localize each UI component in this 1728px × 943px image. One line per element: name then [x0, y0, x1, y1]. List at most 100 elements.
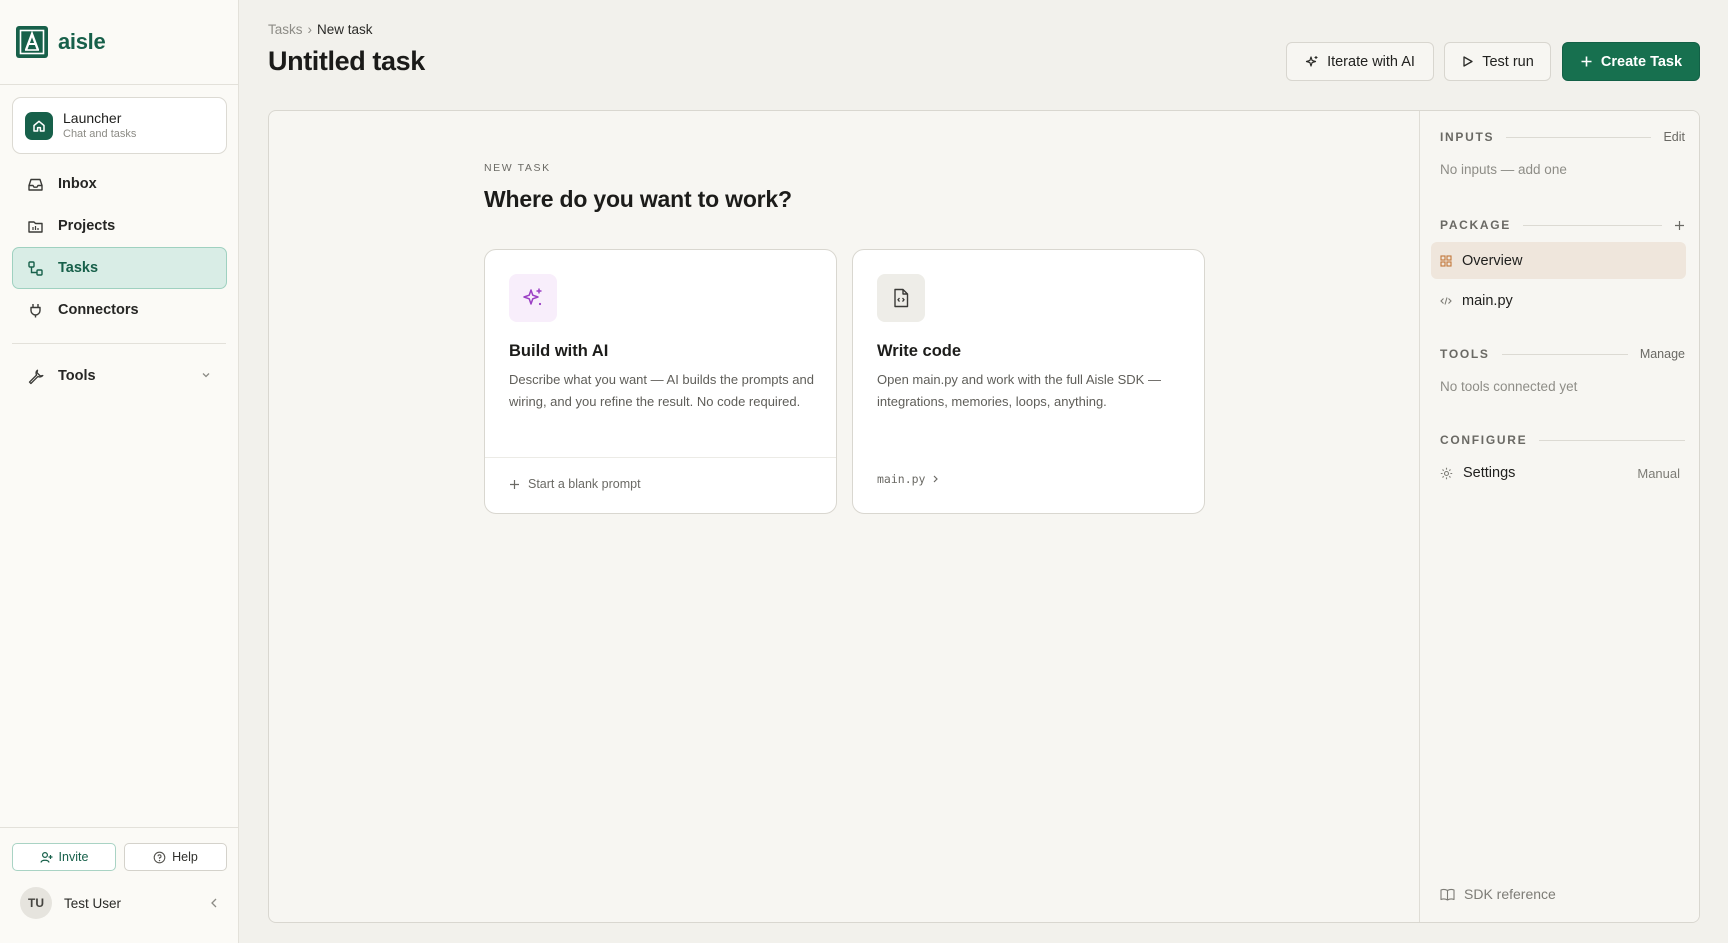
task-editor-panel: NEW TASK Where do you want to work? Buil… [268, 110, 1700, 923]
settings-row[interactable]: Settings Manual [1440, 461, 1680, 485]
user-menu[interactable]: TU Test User [20, 887, 220, 919]
section-label: INPUTS [1440, 130, 1495, 144]
section-label: PACKAGE [1440, 218, 1512, 232]
add-user-icon [39, 851, 53, 864]
right-rail: INPUTS Edit No inputs — add one PACKAGE … [1419, 111, 1699, 922]
sidebar-item-label: Inbox [58, 176, 97, 192]
settings-value: Manual [1637, 465, 1680, 481]
plus-icon [1675, 220, 1684, 230]
main-py-label: main.py [877, 472, 926, 486]
book-icon [1440, 888, 1455, 901]
collapse-sidebar-icon[interactable] [208, 896, 220, 910]
tools-section-header: TOOLS Manage [1440, 346, 1685, 362]
play-icon [1461, 55, 1474, 68]
sidebar-item-label: Tools [58, 368, 96, 384]
workspace-question: Where do you want to work? [484, 186, 792, 212]
package-section-header: PACKAGE [1440, 217, 1685, 233]
write-code-card[interactable]: Write code Open main.py and work with th… [852, 249, 1205, 514]
invite-label: Invite [58, 850, 89, 864]
package-item-overview[interactable]: Overview [1431, 242, 1686, 279]
sidebar-item-label: Tasks [58, 260, 99, 276]
launcher-subtitle: Chat and tasks [63, 128, 137, 140]
sidebar-divider [0, 84, 238, 85]
card-description: Open main.py and work with the full Aisl… [877, 372, 1161, 409]
card-title: Write code [877, 342, 962, 360]
no-inputs-text[interactable]: No inputs — add one [1440, 162, 1567, 177]
card-divider [485, 457, 836, 458]
build-with-ai-card[interactable]: Build with AI Describe what you want — A… [484, 249, 837, 514]
manage-tools-button[interactable]: Manage [1640, 347, 1685, 361]
inputs-section-header: INPUTS Edit [1440, 129, 1685, 145]
section-label: TOOLS [1440, 347, 1490, 361]
gear-icon [1440, 467, 1453, 480]
user-name: Test User [64, 895, 122, 911]
sidebar: aisle Launcher Chat and tasks Inbox Proj… [0, 0, 239, 943]
create-task-label: Create Task [1600, 53, 1683, 70]
section-label: CONFIGURE [1440, 433, 1528, 447]
section-divider [1539, 439, 1685, 441]
sparkles-icon [509, 274, 557, 322]
iterate-label: Iterate with AI [1327, 53, 1415, 70]
section-divider [1501, 353, 1628, 355]
breadcrumb-separator: › [307, 22, 313, 37]
start-blank-prompt-link[interactable]: Start a blank prompt [509, 477, 641, 491]
page-title: Untitled task [268, 46, 425, 76]
help-label: Help [172, 850, 198, 864]
wrench-icon [26, 367, 44, 385]
create-task-button[interactable]: Create Task [1562, 42, 1700, 81]
help-icon [153, 851, 166, 864]
brand-name: aisle [58, 29, 106, 54]
chevron-down-icon [200, 369, 212, 381]
code-icon [1440, 295, 1452, 307]
card-description: Describe what you want — AI builds the p… [509, 372, 814, 409]
sidebar-item-label: Connectors [58, 302, 139, 318]
iterate-with-ai-button[interactable]: Iterate with AI [1286, 42, 1434, 81]
package-item-label: main.py [1462, 292, 1513, 309]
sparkles-icon [1305, 55, 1319, 69]
sdk-reference-link[interactable]: SDK reference [1440, 886, 1556, 902]
nav-divider [12, 343, 226, 344]
sidebar-item-tools[interactable]: Tools [12, 355, 227, 397]
help-button[interactable]: Help [124, 843, 227, 871]
breadcrumb-current: New task [317, 22, 373, 37]
new-task-kicker: NEW TASK [484, 162, 551, 174]
section-divider [1506, 136, 1652, 138]
configure-section-header: CONFIGURE [1440, 432, 1685, 448]
no-tools-text: No tools connected yet [1440, 379, 1578, 394]
launcher-card[interactable]: Launcher Chat and tasks [12, 97, 227, 154]
section-divider [1523, 224, 1662, 226]
plus-icon [509, 479, 520, 490]
aisle-logo-icon [16, 26, 48, 58]
package-item-label: Overview [1462, 252, 1523, 269]
plug-icon [26, 301, 44, 319]
home-icon [25, 111, 53, 140]
plus-icon [1580, 55, 1593, 68]
sidebar-item-tasks[interactable]: Tasks [12, 247, 227, 289]
chevron-right-icon [931, 474, 940, 484]
add-file-button[interactable] [1674, 220, 1685, 231]
brand[interactable]: aisle [16, 26, 106, 58]
package-item-main-py[interactable]: main.py [1431, 282, 1686, 319]
footer-divider [0, 827, 238, 828]
test-run-button[interactable]: Test run [1444, 42, 1551, 81]
sidebar-item-inbox[interactable]: Inbox [12, 163, 227, 205]
sidebar-item-connectors[interactable]: Connectors [12, 289, 227, 331]
start-blank-prompt-label: Start a blank prompt [528, 477, 641, 491]
breadcrumb-tasks[interactable]: Tasks [268, 22, 303, 37]
inbox-icon [26, 175, 44, 193]
breadcrumb: Tasks › New task [268, 22, 373, 37]
invite-button[interactable]: Invite [12, 843, 116, 871]
card-title: Build with AI [509, 342, 609, 360]
sdk-reference-label: SDK reference [1464, 886, 1556, 902]
grid-icon [1440, 254, 1452, 267]
launcher-title: Launcher [63, 110, 122, 126]
avatar: TU [20, 887, 52, 919]
tasks-icon [26, 259, 44, 277]
edit-inputs-button[interactable]: Edit [1663, 130, 1685, 144]
sidebar-item-label: Projects [58, 218, 116, 234]
test-run-label: Test run [1482, 53, 1534, 70]
folder-icon [26, 217, 44, 235]
sidebar-item-projects[interactable]: Projects [12, 205, 227, 247]
settings-label: Settings [1463, 465, 1516, 481]
main-py-link[interactable]: main.py [877, 472, 940, 486]
